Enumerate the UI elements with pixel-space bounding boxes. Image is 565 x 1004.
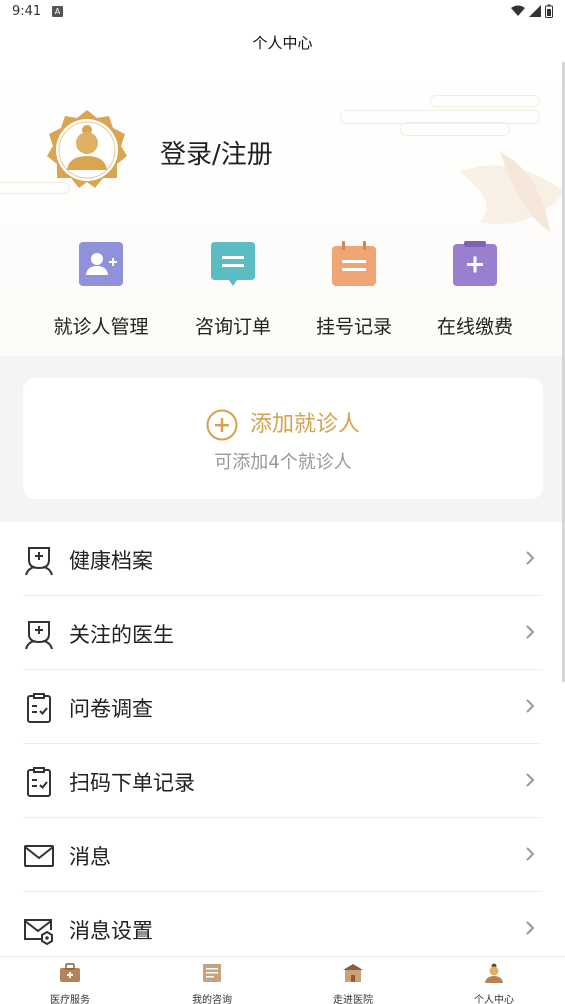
shortcut-label: 就诊人管理 (53, 316, 149, 338)
add-person-icon (79, 242, 123, 286)
chevron-right-icon (526, 773, 535, 787)
add-patient-card[interactable]: 添加就诊人 可添加4个就诊人 (23, 378, 543, 499)
chat-icon (211, 242, 255, 286)
medical-kit-icon (60, 963, 80, 982)
hospital-icon (343, 964, 363, 982)
doctor-icon (25, 547, 53, 576)
add-patient-subtitle: 可添加4个就诊人 (214, 452, 352, 473)
shortcut-registration-records[interactable]: 挂号记录 (289, 240, 419, 339)
nav-medical-services[interactable]: 医疗服务 (20, 963, 120, 1004)
menu-list: 健康档案 关注的医生 问卷调查 扫码下单记录 消息 消息设置 (0, 522, 565, 966)
nav-visit-hospital[interactable]: 走进医院 (303, 963, 403, 1004)
shortcut-consult-orders[interactable]: 咨询订单 (168, 240, 298, 339)
nav-label: 走进医院 (333, 995, 373, 1004)
mail-settings-icon (24, 919, 53, 946)
add-patient-title-row: 添加就诊人 (23, 406, 543, 441)
signal-icon (529, 5, 541, 17)
menu-label: 扫码下单记录 (69, 771, 195, 795)
login-register-link[interactable]: 登录/注册 (160, 134, 273, 171)
shortcut-online-payment[interactable]: 在线缴费 (410, 240, 540, 339)
wifi-icon (511, 5, 525, 16)
menu-item-message-settings[interactable]: 消息设置 (23, 892, 542, 966)
shortcut-patient-management[interactable]: 就诊人管理 (36, 240, 166, 339)
menu-label: 问卷调查 (69, 697, 153, 721)
shortcut-label: 在线缴费 (436, 316, 513, 338)
plus-circle-icon (206, 409, 238, 441)
shortcut-label: 挂号记录 (315, 316, 392, 338)
leaf-decoration (460, 152, 565, 232)
menu-item-messages[interactable]: 消息 (23, 818, 542, 892)
nav-label: 我的咨询 (192, 995, 232, 1004)
status-bar: 9:41 A (0, 0, 565, 24)
chevron-right-icon (526, 625, 535, 639)
nav-label: 个人中心 (474, 995, 514, 1004)
notification-icon: A (52, 6, 63, 17)
menu-label: 健康档案 (69, 549, 153, 573)
chevron-right-icon (526, 699, 535, 713)
profile-icon (485, 963, 503, 983)
menu-item-survey[interactable]: 问卷调查 (23, 670, 542, 744)
survey-icon (27, 767, 51, 797)
avatar[interactable] (45, 108, 129, 192)
status-time: 9:41 (12, 4, 42, 19)
nav-profile-center[interactable]: 个人中心 (444, 963, 544, 1004)
menu-label: 关注的医生 (69, 623, 174, 647)
bottom-nav: 医疗服务 我的咨询 走进医院 个人中心 (0, 956, 565, 1004)
add-patient-section: 添加就诊人 可添加4个就诊人 (0, 356, 565, 522)
chevron-right-icon (526, 921, 535, 935)
chevron-right-icon (526, 847, 535, 861)
menu-item-followed-doctors[interactable]: 关注的医生 (23, 596, 542, 670)
add-patient-label: 添加就诊人 (249, 412, 360, 437)
survey-icon (27, 693, 51, 723)
mail-icon (24, 845, 54, 867)
menu-label: 消息 (69, 845, 111, 869)
status-icons (511, 4, 553, 18)
nav-label: 医疗服务 (50, 995, 90, 1004)
menu-item-scan-order-records[interactable]: 扫码下单记录 (23, 744, 542, 818)
shortcut-row: 就诊人管理 咨询订单 挂号记录 在线缴费 (0, 240, 565, 340)
clipboard-plus-icon (453, 241, 497, 286)
page-title: 个人中心 (252, 34, 313, 52)
battery-icon (545, 4, 553, 18)
avatar-icon (47, 110, 127, 188)
profile-header: 登录/注册 就诊人管理 咨询订单 挂号记录 在线缴费 (0, 62, 565, 356)
menu-label: 消息设置 (69, 919, 153, 943)
chevron-right-icon (526, 551, 535, 565)
decoration (430, 95, 540, 107)
calendar-icon (332, 241, 376, 286)
nav-my-consultations[interactable]: 我的咨询 (162, 963, 262, 1004)
consult-icon (203, 964, 221, 982)
doctor-icon (25, 621, 53, 650)
menu-item-health-records[interactable]: 健康档案 (23, 522, 542, 596)
shortcut-label: 咨询订单 (194, 316, 271, 338)
